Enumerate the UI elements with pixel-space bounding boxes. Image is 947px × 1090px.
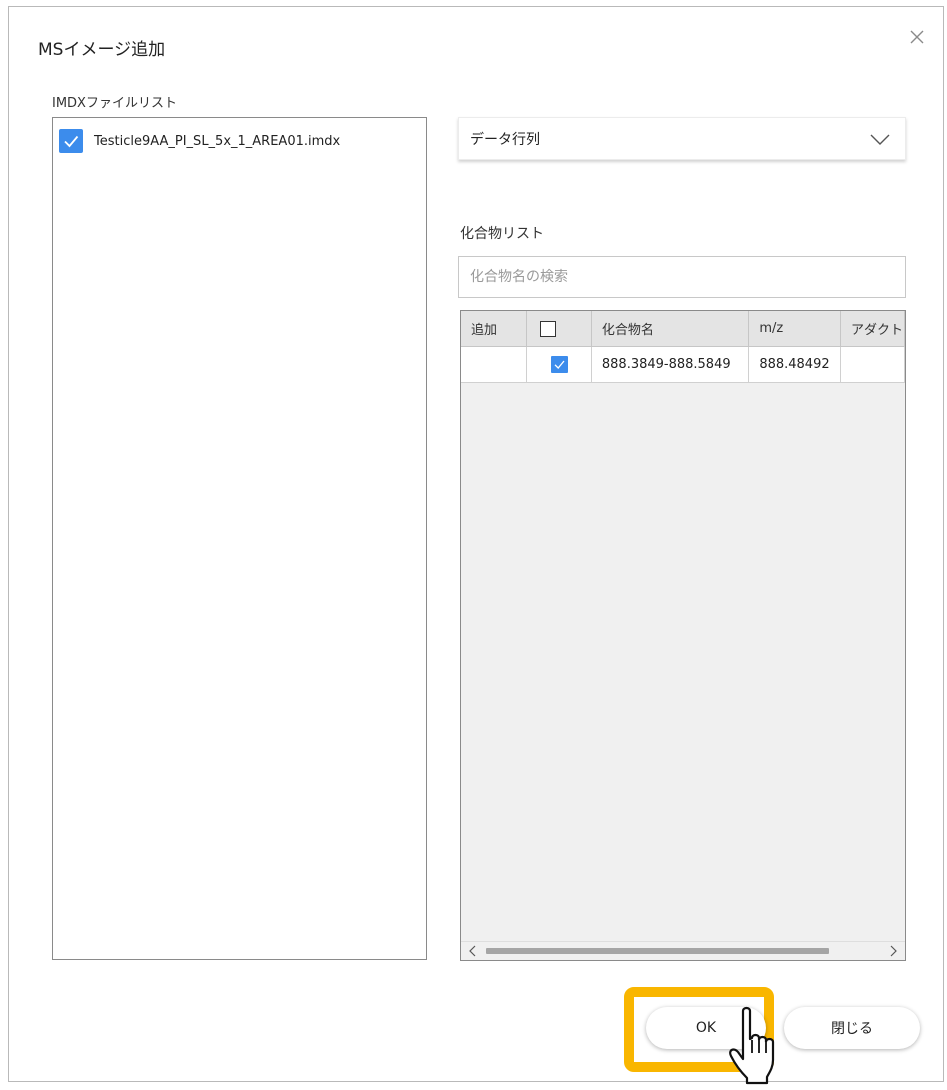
column-header-select-all[interactable] xyxy=(526,311,592,347)
compound-table: 追加 化合物名 m/z アダクト 888.3849-888.5849 888.4… xyxy=(460,310,906,961)
horizontal-scrollbar[interactable] xyxy=(461,941,905,960)
chevron-down-icon xyxy=(870,134,890,145)
select-all-checkbox[interactable] xyxy=(539,320,556,337)
column-header-compound-name[interactable]: 化合物名 xyxy=(591,311,750,347)
cell-adduct[interactable] xyxy=(840,346,905,383)
row-checkbox-checked[interactable] xyxy=(550,356,568,373)
cell-compound-name[interactable]: 888.3849-888.5849 xyxy=(591,346,750,383)
hand-pointer-icon xyxy=(729,1006,775,1085)
close-icon[interactable] xyxy=(903,23,931,51)
cell-add[interactable] xyxy=(461,346,527,383)
close-button[interactable]: 閉じる xyxy=(784,1007,920,1049)
file-list-item[interactable]: Testicle9AA_PI_SL_5x_1_AREA01.imdx xyxy=(59,128,340,154)
compound-search-input[interactable] xyxy=(458,256,906,298)
table-header: 追加 化合物名 m/z アダクト xyxy=(461,311,905,347)
file-list: Testicle9AA_PI_SL_5x_1_AREA01.imdx xyxy=(52,117,427,960)
file-name: Testicle9AA_PI_SL_5x_1_AREA01.imdx xyxy=(94,133,341,149)
checkmark-icon xyxy=(64,135,79,148)
column-header-adduct[interactable]: アダクト xyxy=(840,311,905,347)
dropdown-selected-value: データ行列 xyxy=(470,131,540,148)
checkmark-icon xyxy=(554,360,565,369)
column-header-add[interactable]: 追加 xyxy=(461,311,527,347)
dialog-title: MSイメージ追加 xyxy=(38,40,166,60)
table-row[interactable]: 888.3849-888.5849 888.48492 xyxy=(461,346,905,383)
scroll-right-icon[interactable] xyxy=(887,945,899,957)
cell-checkbox[interactable] xyxy=(526,346,592,383)
column-header-mz[interactable]: m/z xyxy=(748,311,841,347)
cell-mz[interactable]: 888.48492 xyxy=(748,346,841,383)
scroll-left-icon[interactable] xyxy=(467,945,479,957)
scrollbar-thumb[interactable] xyxy=(486,948,829,954)
data-type-dropdown[interactable]: データ行列 xyxy=(458,117,906,160)
checkbox-checked[interactable] xyxy=(59,129,83,153)
compound-list-label: 化合物リスト xyxy=(460,226,544,242)
file-list-label: IMDXファイルリスト xyxy=(52,96,177,111)
